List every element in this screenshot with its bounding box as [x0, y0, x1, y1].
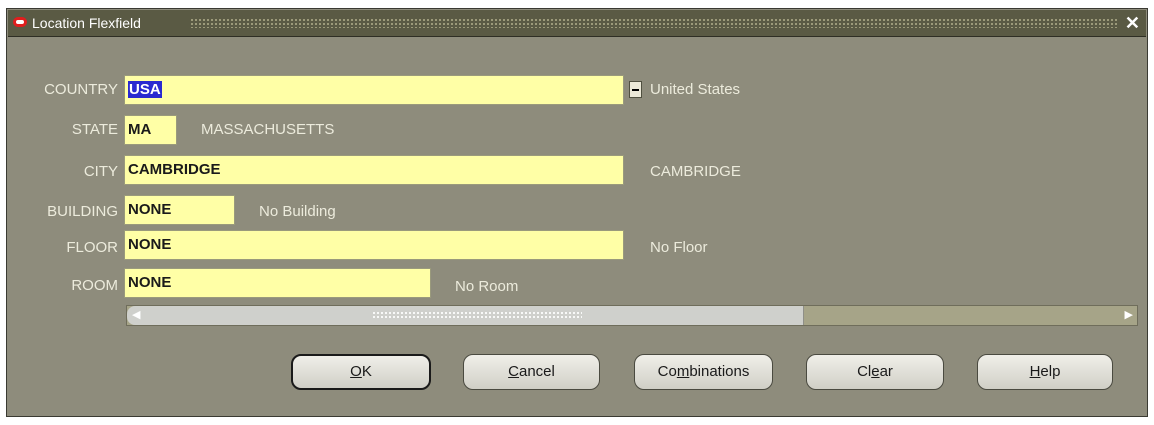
clear-button[interactable]: Clear — [806, 354, 944, 390]
floor-value: NONE — [128, 236, 172, 253]
scrollbar-grip — [372, 311, 582, 319]
city-value: CAMBRIDGE — [128, 161, 221, 178]
building-value: NONE — [128, 201, 172, 218]
state-description: MASSACHUSETTS — [201, 121, 335, 138]
scroll-left-icon[interactable]: ◀ — [132, 306, 140, 325]
ok-mnemonic: O — [350, 363, 362, 380]
country-field[interactable]: USA — [124, 75, 624, 105]
room-description: No Room — [455, 278, 519, 295]
floor-description: No Floor — [650, 239, 708, 256]
room-value: NONE — [128, 274, 172, 291]
combinations-button[interactable]: Combinations — [634, 354, 773, 390]
floor-label: FLOOR — [66, 239, 118, 256]
title-bar-texture — [190, 18, 1118, 28]
city-field[interactable]: CAMBRIDGE — [124, 155, 624, 185]
help-button[interactable]: Help — [977, 354, 1113, 390]
city-description: CAMBRIDGE — [650, 163, 741, 180]
country-label: COUNTRY — [44, 81, 118, 98]
building-description: No Building — [259, 203, 336, 220]
room-field[interactable]: NONE — [124, 268, 431, 298]
ok-label-post: K — [361, 363, 372, 380]
state-field[interactable]: MA — [124, 115, 177, 145]
title-bar: Location Flexfield ✕ — [8, 10, 1146, 37]
combinations-label-pre: Co — [657, 363, 677, 380]
oracle-logo-icon — [13, 17, 27, 27]
ellipsis-icon[interactable] — [629, 81, 642, 98]
building-field[interactable]: NONE — [124, 195, 235, 225]
help-label-post: elp — [1040, 363, 1061, 380]
combinations-label-post: binations — [689, 363, 750, 380]
country-description: United States — [650, 81, 741, 98]
state-value: MA — [128, 121, 152, 138]
close-icon[interactable]: ✕ — [1125, 12, 1140, 34]
window-title: Location Flexfield — [32, 15, 141, 31]
clear-label-post: ar — [879, 363, 893, 380]
cancel-mnemonic: C — [508, 363, 519, 380]
city-label: CITY — [83, 163, 118, 180]
help-mnemonic: H — [1029, 363, 1041, 380]
cancel-label-post: ancel — [518, 363, 555, 380]
ok-button[interactable]: OK — [291, 354, 431, 390]
clear-mnemonic: e — [871, 363, 880, 380]
location-flexfield-window: Location Flexfield ✕ COUNTRY USA United … — [6, 8, 1148, 417]
clear-label-pre: Cl — [857, 363, 872, 380]
scroll-right-icon[interactable]: ▶ — [1125, 306, 1133, 325]
building-label: BUILDING — [47, 203, 118, 220]
country-value: USA — [128, 81, 162, 98]
room-label: ROOM — [71, 277, 118, 294]
combinations-mnemonic: m — [676, 363, 690, 380]
scrollbar-thumb[interactable] — [127, 306, 804, 325]
horizontal-scrollbar[interactable]: ◀ ▶ — [126, 305, 1138, 326]
cancel-button[interactable]: Cancel — [463, 354, 600, 390]
floor-field[interactable]: NONE — [124, 230, 624, 260]
state-label: STATE — [71, 121, 118, 138]
